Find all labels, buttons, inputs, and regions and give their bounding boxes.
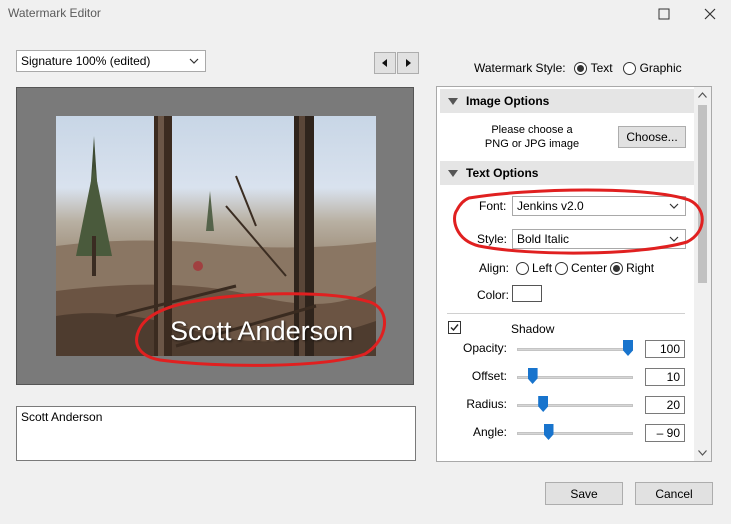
shadow-slider-value[interactable]: – 90 bbox=[645, 424, 685, 442]
text-options-header[interactable]: Text Options bbox=[440, 161, 695, 185]
shadow-slider-label: Angle: bbox=[472, 425, 507, 439]
shadow-slider-value[interactable]: 20 bbox=[645, 396, 685, 414]
text-options-title: Text Options bbox=[466, 166, 539, 180]
watermark-text-input[interactable]: Scott Anderson bbox=[16, 406, 416, 461]
preset-dropdown[interactable]: Signature 100% (edited) bbox=[16, 50, 206, 72]
shadow-checkbox[interactable] bbox=[448, 321, 461, 334]
save-label: Save bbox=[570, 486, 598, 501]
scroll-down-icon bbox=[698, 450, 707, 456]
align-left-label: Left bbox=[532, 261, 553, 275]
choose-image-prompt-line2: PNG or JPG image bbox=[484, 138, 580, 150]
color-swatch[interactable] bbox=[512, 285, 542, 302]
maximize-icon bbox=[658, 8, 670, 20]
close-icon bbox=[704, 8, 716, 20]
window-title: Watermark Editor bbox=[8, 6, 101, 20]
shadow-slider-label: Radius: bbox=[466, 397, 507, 411]
choose-image-prompt-line1: Please choose a bbox=[491, 124, 573, 136]
shadow-slider-track[interactable] bbox=[517, 404, 633, 407]
next-button[interactable] bbox=[397, 52, 419, 74]
style-text-label: Text bbox=[590, 61, 613, 75]
choose-image-label: Choose... bbox=[626, 130, 678, 144]
choose-image-prompt: Please choose a PNG or JPG image bbox=[457, 123, 607, 151]
watermark-style-label: Watermark Style: bbox=[474, 61, 566, 75]
collapse-triangle-icon bbox=[448, 97, 458, 105]
cancel-button[interactable]: Cancel bbox=[635, 482, 713, 505]
shadow-label: Shadow bbox=[511, 322, 555, 336]
align-label: Align: bbox=[479, 261, 510, 275]
shadow-slider-label: Opacity: bbox=[462, 341, 507, 355]
options-panel: Image Options Please choose a PNG or JPG… bbox=[436, 86, 712, 462]
align-center-label: Center bbox=[571, 261, 608, 275]
align-right-label: Right bbox=[626, 261, 655, 275]
previous-button[interactable] bbox=[374, 52, 396, 74]
save-button[interactable]: Save bbox=[545, 482, 623, 505]
image-options-title: Image Options bbox=[466, 94, 550, 108]
maximize-button[interactable] bbox=[641, 0, 687, 28]
style-text-radio[interactable] bbox=[573, 61, 587, 75]
watermark-style-group: Watermark Style: Text Graphic bbox=[474, 61, 682, 75]
collapse-triangle-icon bbox=[448, 169, 458, 177]
style-graphic-radio[interactable] bbox=[622, 61, 636, 75]
shadow-slider-thumb[interactable] bbox=[527, 368, 538, 384]
options-scrollbar[interactable] bbox=[694, 87, 711, 461]
align-center-radio[interactable] bbox=[555, 261, 569, 275]
choose-image-button[interactable]: Choose... bbox=[618, 126, 686, 148]
checkmark-icon bbox=[450, 324, 459, 332]
shadow-slider-label: Offset: bbox=[471, 369, 507, 383]
watermark-text-value: Scott Anderson bbox=[21, 410, 103, 424]
chevron-down-icon bbox=[189, 58, 199, 64]
cancel-label: Cancel bbox=[655, 486, 693, 501]
scroll-up-icon bbox=[698, 92, 707, 98]
shadow-slider-thumb[interactable] bbox=[623, 340, 633, 356]
triangle-left-icon bbox=[382, 59, 387, 67]
annotation-circle-preview bbox=[135, 292, 387, 367]
align-right-radio[interactable] bbox=[610, 261, 624, 275]
align-left-radio[interactable] bbox=[516, 261, 530, 275]
shadow-slider-track[interactable] bbox=[517, 432, 633, 435]
preset-value: Signature 100% (edited) bbox=[21, 54, 151, 68]
shadow-slider-track[interactable] bbox=[517, 348, 633, 351]
triangle-right-icon bbox=[406, 59, 411, 67]
image-options-header[interactable]: Image Options bbox=[440, 89, 695, 113]
annotation-circle-font-style bbox=[453, 188, 704, 255]
style-graphic-label: Graphic bbox=[639, 61, 682, 75]
shadow-slider-value[interactable]: 10 bbox=[645, 368, 685, 386]
color-label: Color: bbox=[477, 288, 510, 302]
shadow-slider-thumb[interactable] bbox=[538, 396, 549, 412]
shadow-slider-value[interactable]: 100 bbox=[645, 340, 685, 358]
shadow-slider-thumb[interactable] bbox=[543, 424, 554, 440]
divider bbox=[447, 313, 685, 314]
close-button[interactable] bbox=[687, 0, 731, 28]
align-group: Align: Left Center Right bbox=[479, 261, 654, 275]
